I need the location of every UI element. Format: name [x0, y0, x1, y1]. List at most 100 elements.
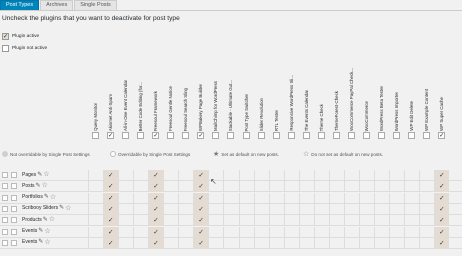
plugin-toggle-checkbox[interactable]	[242, 132, 250, 139]
plugin-cell[interactable]	[358, 215, 374, 227]
plugin-cell[interactable]	[283, 181, 299, 193]
plugin-cell[interactable]	[253, 181, 269, 193]
plugin-cell[interactable]	[373, 203, 389, 215]
edit-icon[interactable]: ✎	[44, 194, 49, 200]
plugin-cell[interactable]	[88, 170, 103, 181]
plugin-cell[interactable]	[313, 237, 329, 249]
plugin-cell[interactable]: ✓	[193, 181, 209, 193]
plugin-cell[interactable]	[223, 170, 238, 181]
row-select-checkbox[interactable]	[2, 183, 8, 190]
edit-icon[interactable]: ✎	[38, 239, 43, 245]
plugin-cell[interactable]	[253, 203, 269, 215]
star-icon[interactable]: ☆	[43, 171, 49, 178]
plugin-toggle-checkbox[interactable]	[272, 132, 280, 139]
star-icon[interactable]: ☆	[44, 239, 50, 246]
plugin-toggle-checkbox[interactable]	[122, 132, 130, 139]
plugin-cell[interactable]	[253, 192, 269, 204]
plugin-cell[interactable]	[88, 226, 103, 238]
plugin-cell[interactable]	[178, 181, 193, 193]
plugin-cell[interactable]: ✓	[103, 192, 119, 204]
plugin-cell[interactable]	[283, 215, 299, 227]
plugin-cell[interactable]	[238, 203, 254, 215]
plugin-cell[interactable]	[328, 192, 344, 204]
plugin-cell[interactable]	[133, 215, 148, 227]
plugin-cell[interactable]: ✓	[148, 181, 164, 193]
plugin-cell[interactable]	[328, 237, 344, 249]
plugin-cell[interactable]: ✓	[148, 215, 164, 227]
plugin-cell[interactable]: ✓	[434, 170, 450, 181]
plugin-cell[interactable]	[253, 226, 269, 238]
plugin-cell[interactable]	[389, 215, 404, 227]
plugin-cell[interactable]: ✓	[193, 226, 209, 238]
plugin-cell[interactable]	[223, 192, 238, 204]
plugin-cell[interactable]	[268, 226, 284, 238]
star-icon[interactable]: ☆	[49, 216, 55, 223]
plugin-cell[interactable]	[419, 192, 434, 204]
plugin-toggle-checkbox[interactable]	[182, 132, 190, 139]
plugin-cell[interactable]	[133, 170, 148, 181]
plugin-cell[interactable]	[238, 215, 254, 227]
plugin-cell[interactable]	[298, 181, 314, 193]
plugin-cell[interactable]: ✓	[148, 226, 164, 238]
star-icon[interactable]: ☆	[65, 205, 71, 212]
plugin-cell[interactable]	[313, 226, 329, 238]
plugin-cell[interactable]	[404, 237, 419, 249]
plugin-cell[interactable]	[343, 170, 359, 181]
plugin-toggle-checkbox[interactable]	[393, 132, 400, 139]
plugin-cell[interactable]	[238, 181, 254, 193]
plugin-toggle-checkbox[interactable]	[362, 132, 370, 139]
plugin-cell[interactable]	[373, 237, 389, 249]
plugin-cell[interactable]	[328, 203, 344, 215]
plugin-cell[interactable]	[373, 226, 389, 238]
plugin-cell[interactable]	[223, 215, 238, 227]
row-select-checkbox[interactable]	[2, 217, 8, 224]
plugin-cell[interactable]: ✓	[103, 170, 119, 181]
plugin-cell[interactable]	[298, 203, 314, 215]
plugin-cell[interactable]	[178, 203, 193, 215]
plugin-cell[interactable]	[419, 203, 434, 215]
row-select-checkbox[interactable]	[2, 172, 8, 178]
plugin-cell[interactable]	[373, 181, 389, 193]
edit-icon[interactable]: ✎	[36, 183, 41, 189]
plugin-toggle-checkbox[interactable]: ✓	[438, 132, 446, 139]
plugin-cell[interactable]	[404, 226, 419, 238]
plugin-cell[interactable]	[118, 181, 133, 193]
plugin-cell[interactable]	[283, 226, 299, 238]
star-icon[interactable]: ☆	[50, 194, 56, 201]
edit-icon[interactable]: ✎	[37, 172, 42, 178]
plugin-cell[interactable]	[268, 170, 284, 181]
plugin-cell[interactable]: ✓	[103, 215, 119, 227]
plugin-cell[interactable]	[178, 237, 193, 249]
plugin-cell[interactable]	[268, 192, 284, 204]
plugin-toggle-checkbox[interactable]	[332, 132, 340, 139]
plugin-cell[interactable]: ✓	[434, 203, 450, 215]
plugin-cell[interactable]	[268, 237, 284, 249]
plugin-cell[interactable]	[283, 203, 299, 215]
edit-icon[interactable]: ✎	[43, 217, 48, 223]
plugin-cell[interactable]: ✓	[103, 237, 119, 249]
plugin-toggle-checkbox[interactable]	[137, 132, 145, 139]
plugin-cell[interactable]	[343, 181, 359, 193]
plugin-cell[interactable]	[389, 170, 404, 181]
plugin-cell[interactable]	[133, 192, 148, 204]
plugin-cell[interactable]	[419, 170, 434, 181]
plugin-cell[interactable]	[298, 192, 314, 204]
plugin-cell[interactable]	[208, 237, 223, 249]
plugin-cell[interactable]	[253, 215, 269, 227]
plugin-cell[interactable]	[404, 215, 419, 227]
plugin-cell[interactable]	[313, 215, 329, 227]
plugin-cell[interactable]	[283, 237, 299, 249]
plugin-toggle-checkbox[interactable]: ✓	[107, 132, 115, 139]
plugin-cell[interactable]	[133, 226, 148, 238]
plugin-cell[interactable]: ✓	[148, 192, 164, 204]
plugin-cell[interactable]: ✓	[193, 237, 209, 249]
plugin-toggle-checkbox[interactable]: ✓	[152, 132, 160, 139]
tab-post-types[interactable]: Post Types	[0, 0, 40, 10]
plugin-cell[interactable]	[389, 181, 404, 193]
plugin-cell[interactable]	[88, 181, 103, 193]
plugin-cell[interactable]	[208, 215, 223, 227]
plugin-cell[interactable]: ✓	[434, 226, 450, 238]
star-icon[interactable]: ☆	[42, 182, 48, 189]
plugin-cell[interactable]	[404, 170, 419, 181]
plugin-cell[interactable]	[223, 237, 238, 249]
